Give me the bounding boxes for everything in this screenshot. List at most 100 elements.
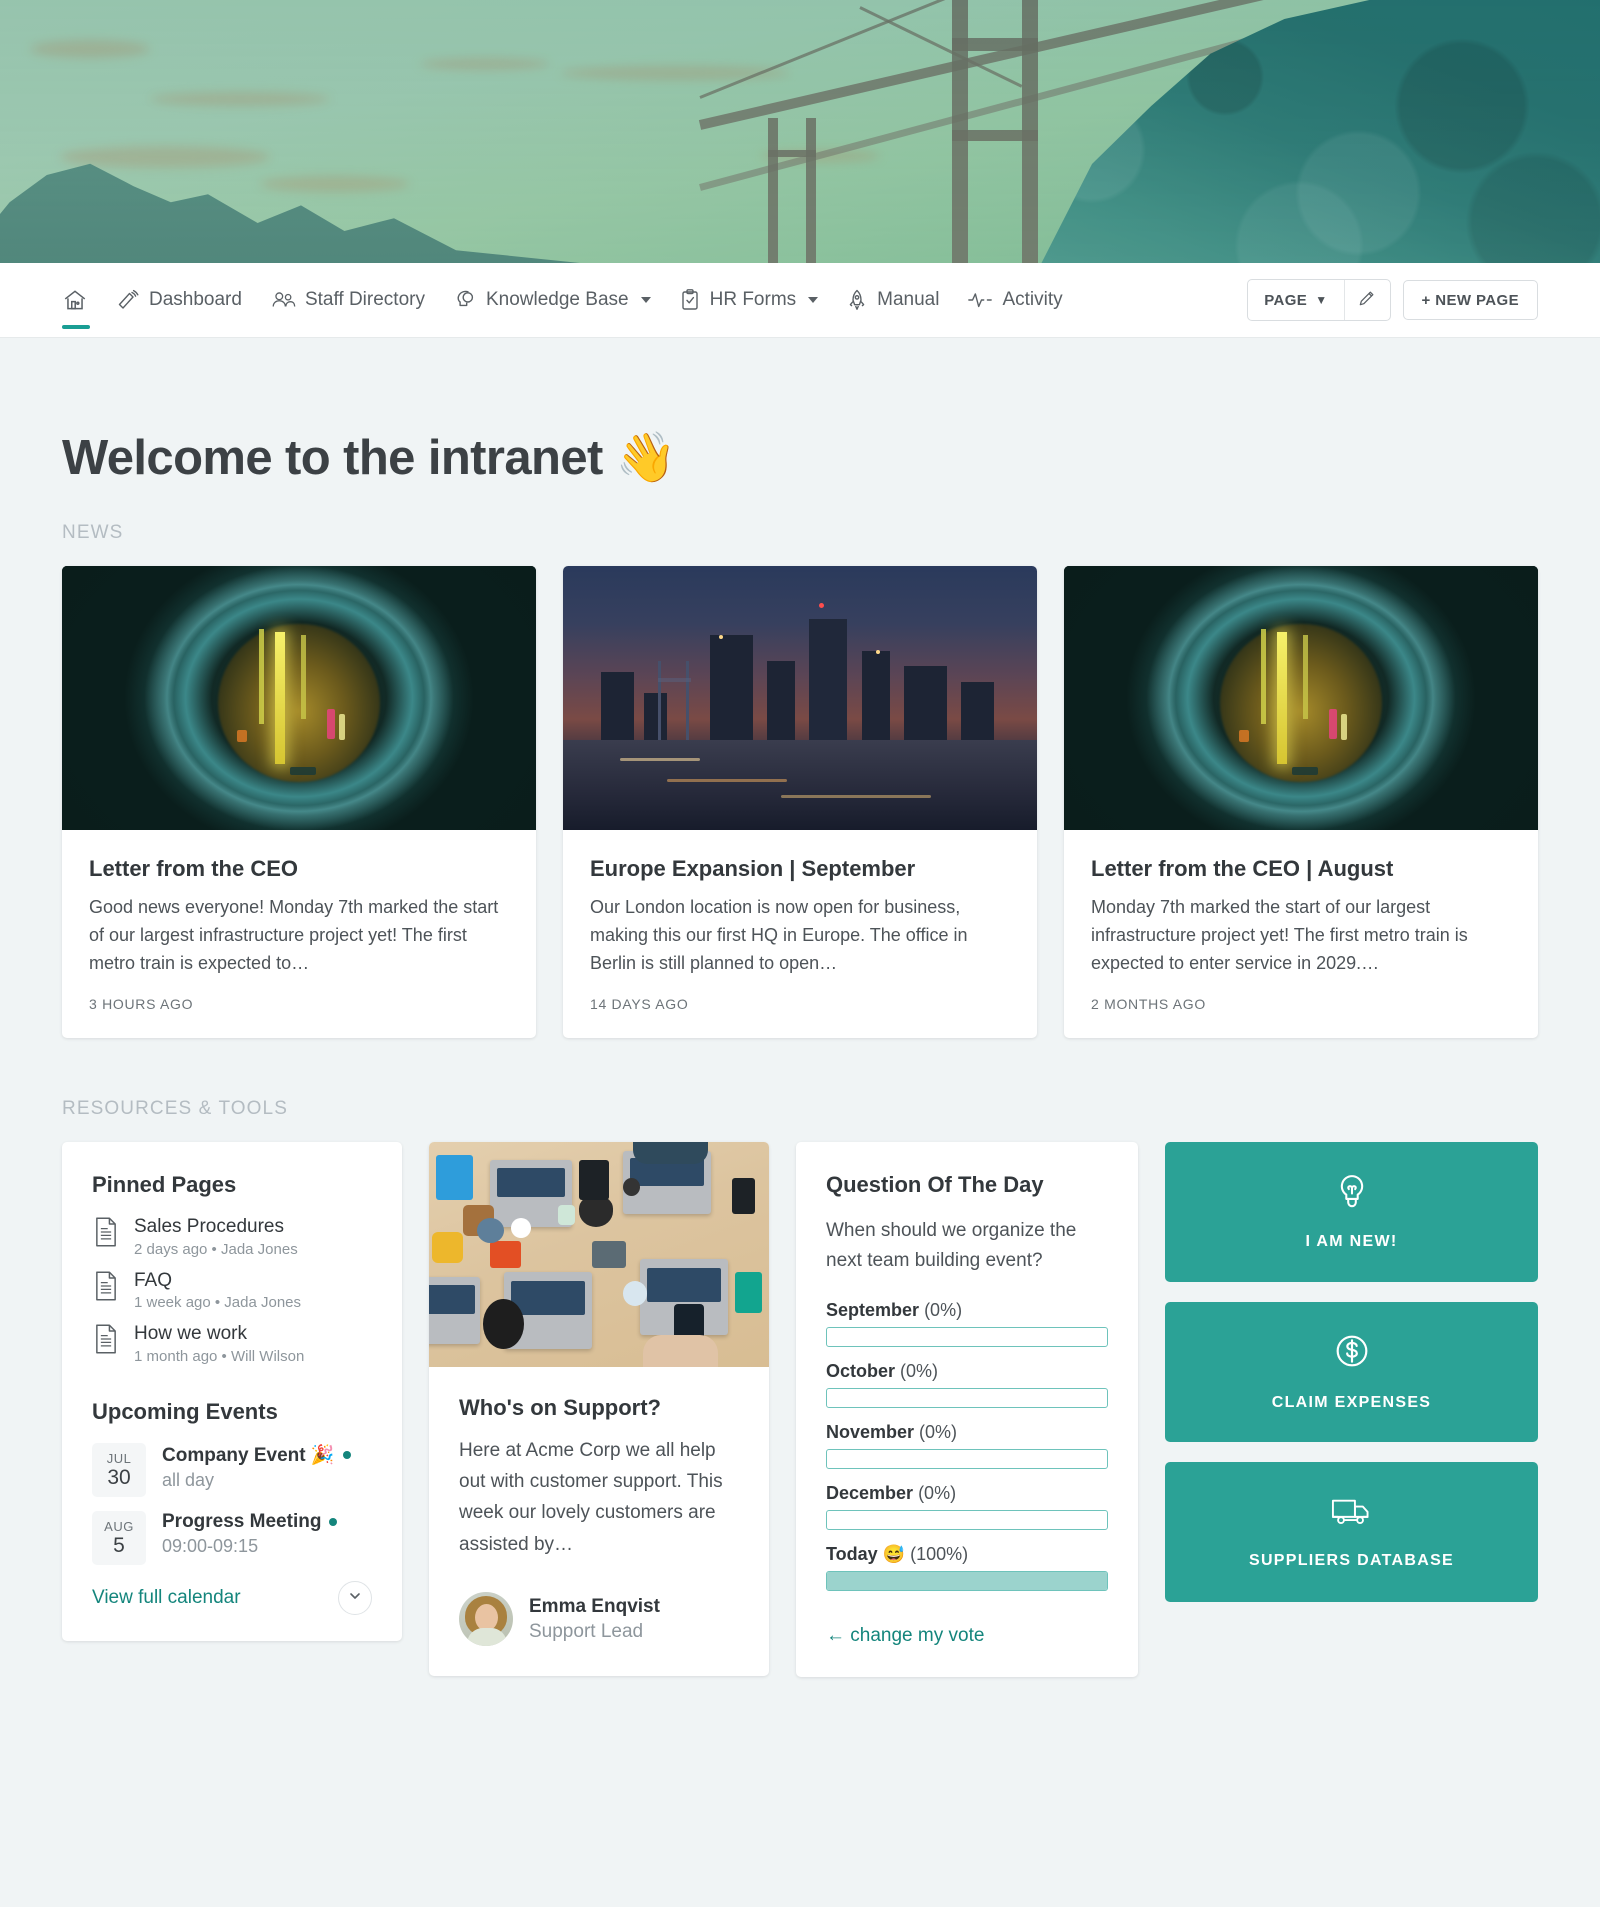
pinned-page-item[interactable]: FAQ 1 week ago • Jada Jones [92, 1269, 372, 1311]
poll-option-percent: (0%) [924, 1300, 963, 1321]
event-date-badge: JUL 30 [92, 1443, 146, 1498]
hero-photo-golden-gate-bridge [0, 0, 1600, 263]
resources-row: Pinned Pages Sales Procedures 2 days ago… [62, 1141, 1538, 1678]
poll-option-percent: (0%) [900, 1361, 939, 1382]
page-dropdown-button[interactable]: PAGE ▼ [1248, 280, 1343, 320]
event-title: Company Event 🎉 [162, 1445, 335, 1467]
pinned-page-item[interactable]: How we work 1 month ago • Will Wilson [92, 1323, 372, 1365]
page-title: Welcome to the intranet 👋 [62, 431, 677, 485]
action-label: SUPPLIERS DATABASE [1248, 1552, 1455, 1570]
support-card[interactable]: Who's on Support? Here at Acme Corp we a… [429, 1141, 769, 1677]
new-page-button[interactable]: + NEW PAGE [1402, 280, 1538, 320]
action-button-suppliers-database[interactable]: SUPPLIERS DATABASE [1165, 1461, 1538, 1602]
pinned-page-name: How we work [134, 1323, 247, 1345]
event-status-dot-icon [342, 1451, 351, 1460]
poll-option-percent: (0%) [918, 1483, 957, 1504]
nav-label-hr-forms: HR Forms [709, 289, 797, 310]
nav-item-home[interactable] [62, 263, 102, 337]
document-icon [92, 1216, 120, 1253]
news-timestamp: 3 HOURS AGO [89, 995, 194, 1012]
change-vote-link[interactable]: ← change my vote [826, 1625, 984, 1647]
poll-option-bar[interactable] [826, 1388, 1108, 1409]
page-dropdown-label: PAGE [1264, 291, 1308, 309]
poll-option-bar[interactable] [826, 1449, 1108, 1470]
pinned-pages-heading: Pinned Pages [92, 1171, 237, 1197]
news-image-tunnel-construction [62, 566, 536, 830]
clipboard-check-icon [679, 288, 701, 312]
resources-section-label: RESOURCES & TOOLS [62, 1097, 289, 1119]
poll-option[interactable]: Today 😅 (100%) [826, 1544, 1108, 1592]
main-navigation: Dashboard Staff Directory Knowledge Base [0, 263, 1600, 337]
megaphone-icon [116, 288, 140, 312]
support-person-name: Emma Enqvist [529, 1595, 660, 1617]
poll-option-percent: (100%) [910, 1544, 969, 1565]
nav-item-dashboard[interactable]: Dashboard [102, 263, 256, 337]
calendar-row: View full calendar [92, 1581, 372, 1616]
poll-option[interactable]: November (0%) [826, 1422, 1108, 1470]
action-button-i-am-new[interactable]: I AM NEW! [1165, 1141, 1538, 1282]
poll-option-bar[interactable] [826, 1571, 1108, 1592]
poll-option-label: December [826, 1483, 914, 1504]
poll-heading: Question Of The Day [826, 1171, 1044, 1197]
pinned-page-name: FAQ [134, 1269, 173, 1291]
question-of-the-day-card: Question Of The Day When should we organ… [796, 1141, 1138, 1678]
nav-item-knowledge-base[interactable]: Knowledge Base [439, 263, 665, 337]
poll-question: When should we organize the next team bu… [826, 1219, 1077, 1272]
news-excerpt: Our London location is now open for busi… [590, 897, 968, 973]
pinned-pages-card: Pinned Pages Sales Procedures 2 days ago… [62, 1141, 402, 1642]
nav-item-staff-directory[interactable]: Staff Directory [256, 263, 439, 337]
poll-option-label-row: November (0%) [826, 1422, 1108, 1443]
nav-item-activity[interactable]: Activity [953, 263, 1076, 337]
event-status-dot-icon [329, 1518, 338, 1527]
poll-option-label: October [826, 1361, 896, 1382]
page-button-group: PAGE ▼ [1247, 279, 1391, 321]
event-title-row: Company Event 🎉 [162, 1443, 351, 1467]
poll-option-label-row: September (0%) [826, 1300, 1108, 1321]
poll-option-label: November [826, 1422, 915, 1443]
nav-label-manual: Manual [877, 289, 940, 310]
support-text: Here at Acme Corp we all help out with c… [459, 1439, 723, 1555]
news-card[interactable]: Letter from the CEO Good news everyone! … [62, 566, 536, 1038]
expand-events-button[interactable] [338, 1581, 372, 1616]
nav-label-staff-directory: Staff Directory [304, 289, 425, 310]
edit-page-button[interactable] [1343, 280, 1390, 320]
poll-option-percent: (0%) [919, 1422, 958, 1443]
support-person[interactable]: Emma Enqvist Support Lead [429, 1560, 769, 1676]
pinned-page-name: Sales Procedures [134, 1215, 284, 1237]
news-title: Letter from the CEO | August [1091, 856, 1394, 881]
poll-option-bar[interactable] [826, 1510, 1108, 1531]
event-item[interactable]: JUL 30 Company Event 🎉 all day [92, 1443, 372, 1498]
news-section-label: NEWS [62, 522, 124, 543]
nav-item-hr-forms[interactable]: HR Forms [665, 263, 833, 337]
chevron-down-icon [808, 297, 819, 303]
event-title-row: Progress Meeting [162, 1511, 338, 1533]
poll-option-label: September [826, 1300, 920, 1321]
news-card[interactable]: Europe Expansion | September Our London … [563, 566, 1037, 1038]
new-page-label: + NEW PAGE [1421, 291, 1519, 309]
event-date-badge: AUG 5 [92, 1511, 146, 1566]
poll-option-label: Today 😅 [826, 1544, 906, 1565]
upcoming-events-heading: Upcoming Events [92, 1399, 278, 1425]
view-full-calendar-link[interactable]: View full calendar [92, 1587, 241, 1609]
poll-option[interactable]: September (0%) [826, 1300, 1108, 1348]
dollar-circle-icon [1332, 1331, 1372, 1376]
chevron-down-icon: ▼ [1315, 293, 1328, 307]
rocket-icon [846, 288, 868, 312]
event-month: JUL [106, 1450, 132, 1466]
poll-option-bar[interactable] [826, 1327, 1108, 1348]
action-label: CLAIM EXPENSES [1271, 1394, 1432, 1412]
news-card[interactable]: Letter from the CEO | August Monday 7th … [1064, 566, 1538, 1038]
document-icon [92, 1323, 120, 1360]
nav-label-knowledge-base: Knowledge Base [485, 289, 629, 310]
pencil-icon [1357, 288, 1377, 313]
poll-option[interactable]: December (0%) [826, 1483, 1108, 1531]
support-image-team-desk [429, 1141, 769, 1367]
news-image-london-skyline [563, 566, 1037, 830]
poll-option-fill [827, 1572, 1107, 1591]
poll-option[interactable]: October (0%) [826, 1361, 1108, 1409]
event-item[interactable]: AUG 5 Progress Meeting 09:00-09:15 [92, 1511, 372, 1566]
pinned-page-item[interactable]: Sales Procedures 2 days ago • Jada Jones [92, 1216, 372, 1258]
action-button-claim-expenses[interactable]: CLAIM EXPENSES [1165, 1301, 1538, 1442]
event-time: all day [162, 1470, 215, 1491]
nav-item-manual[interactable]: Manual [832, 263, 953, 337]
